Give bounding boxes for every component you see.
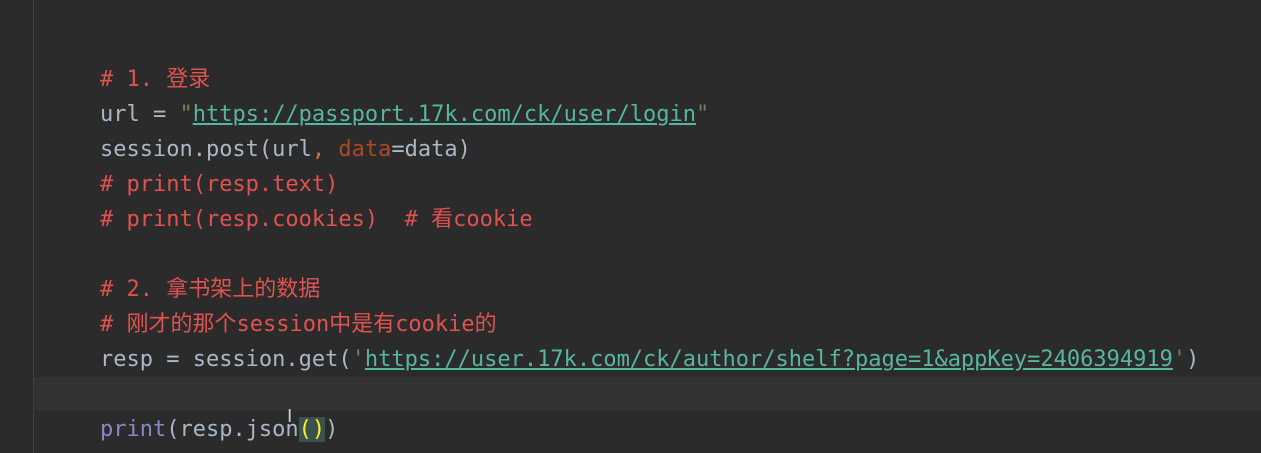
code-line-11[interactable]: print(resp.json()) [47, 377, 338, 442]
keyword-param-data: data [338, 137, 392, 162]
shelf-url-link[interactable]: https://user.17k.com/ck/author/shelf?pag… [365, 347, 1173, 372]
string-quote-close: " [696, 102, 710, 127]
session-get-call: resp = session.get( [99, 347, 352, 372]
code-line-5[interactable]: # print(resp.cookies) # 看cookie [47, 167, 533, 232]
code-line-9[interactable]: resp = session.get('https://user.17k.com… [47, 307, 1199, 372]
resp-json-call: (resp.json [166, 417, 299, 442]
close-paren: ) [325, 417, 339, 442]
string-quote-close: ' [1172, 347, 1187, 372]
code-line-8[interactable]: # 刚才的那个session中是有cookie的 [47, 272, 497, 337]
text-cursor-icon: I [287, 406, 293, 427]
code-line-3[interactable]: session.post(url, data=data) [47, 97, 471, 162]
code-line-7[interactable]: # 2. 拿书架上的数据 [47, 237, 320, 302]
code-editor[interactable]: # 1. 登录 url = "https://passport.17k.com/… [0, 0, 1261, 453]
code-line-4[interactable]: # print(resp.text) [47, 132, 338, 197]
code-line-2[interactable]: url = "https://passport.17k.com/ck/user/… [47, 62, 709, 127]
close-paren: ) [1186, 347, 1200, 372]
comment-print-cookies: # print(resp.cookies) # 看cookie [99, 207, 533, 232]
param-value: =data) [391, 137, 471, 162]
string-quote-open: ' [351, 347, 365, 372]
code-line-1[interactable]: # 1. 登录 [47, 27, 210, 92]
matched-parens: () [298, 417, 326, 442]
builtin-print: print [99, 417, 167, 442]
